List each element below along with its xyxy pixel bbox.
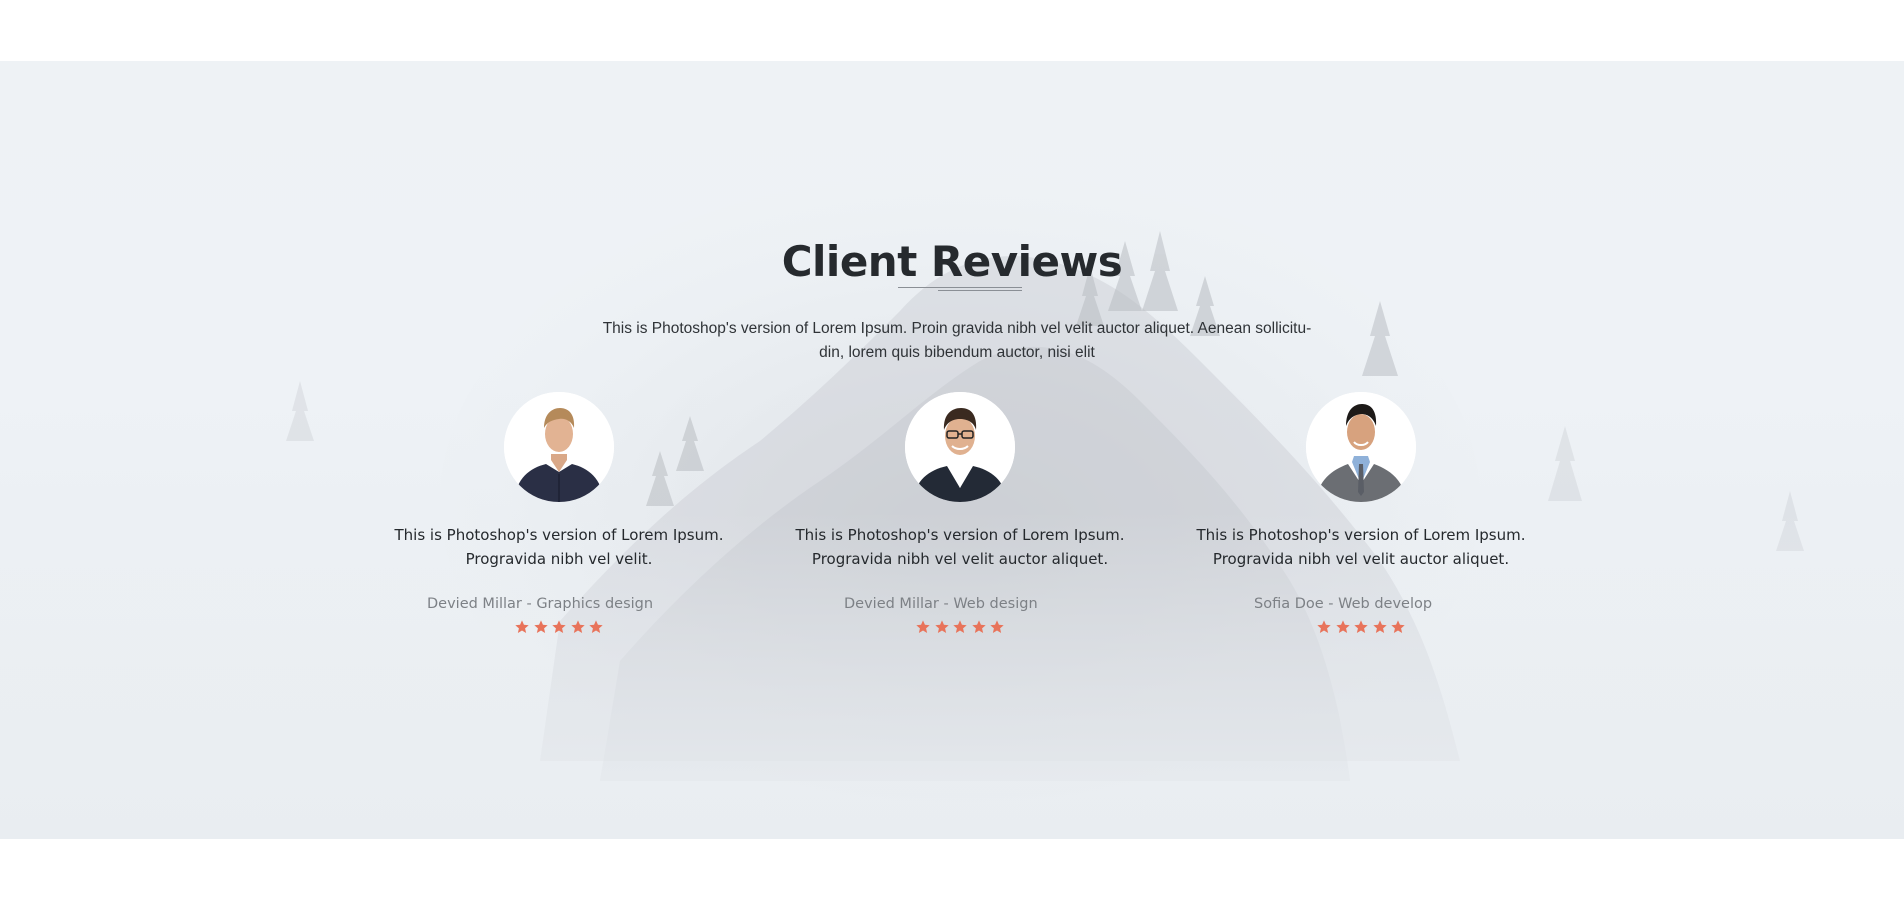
reviews-content: Client Reviews This is Photoshop's versi…: [0, 61, 1904, 839]
avatar: [504, 392, 614, 502]
star-icon: [971, 620, 986, 633]
review-card: This is Photoshop's version of Lorem Ips…: [359, 392, 759, 672]
quote-line-2: Progravida nibh vel velit auctor aliquet…: [1212, 550, 1510, 568]
description-line-2: din, lorem quis bibendum auctor, nisi el…: [819, 344, 1095, 361]
review-quote: This is Photoshop's version of Lorem Ips…: [359, 523, 759, 571]
quote-line-1: This is Photoshop's version of Lorem Ips…: [795, 526, 1125, 544]
man-dark-shirt-avatar-icon: [504, 392, 614, 502]
title-underline: [898, 287, 1022, 293]
star-icon: [990, 620, 1004, 633]
star-icon: [1391, 620, 1405, 633]
man-glasses-suit-avatar-icon: [905, 392, 1015, 502]
client-reviews-section: Client Reviews This is Photoshop's versi…: [0, 61, 1904, 839]
quote-line-1: This is Photoshop's version of Lorem Ips…: [394, 526, 724, 544]
star-icon: [1335, 620, 1350, 633]
star-rating: [915, 619, 1005, 637]
review-author: Sofia Doe - Web develop: [1254, 596, 1433, 612]
star-icon: [953, 620, 967, 633]
star-icon: [515, 620, 529, 633]
star-icon: [533, 620, 548, 633]
man-grey-suit-avatar-icon: [1306, 392, 1416, 502]
review-quote: This is Photoshop's version of Lorem Ips…: [760, 523, 1160, 571]
review-author: Devied Millar - Graphics design: [427, 596, 654, 612]
review-card: This is Photoshop's version of Lorem Ips…: [760, 392, 1160, 672]
review-quote: This is Photoshop's version of Lorem Ips…: [1161, 523, 1561, 571]
review-card: This is Photoshop's version of Lorem Ips…: [1161, 392, 1561, 672]
star-icon: [916, 620, 930, 633]
star-rating: [514, 619, 604, 637]
underline-line-bottom: [938, 290, 1022, 291]
description-line-1: This is Photoshop's version of Lorem Ips…: [602, 320, 1312, 337]
star-icon: [1354, 620, 1368, 633]
avatar: [1306, 392, 1416, 502]
star-rating: [1316, 619, 1406, 637]
section-title: Client Reviews: [781, 237, 1123, 286]
star-icon: [934, 620, 949, 633]
star-icon: [589, 620, 603, 633]
section-description: This is Photoshop's version of Lorem Ips…: [594, 317, 1320, 365]
star-icon: [1317, 620, 1331, 633]
underline-line-top: [898, 287, 1022, 288]
page: Client Reviews This is Photoshop's versi…: [0, 0, 1904, 912]
quote-line-1: This is Photoshop's version of Lorem Ips…: [1196, 526, 1526, 544]
quote-line-2: Progravida nibh vel velit.: [465, 550, 653, 568]
review-author: Devied Millar - Web design: [844, 596, 1038, 612]
quote-line-2: Progravida nibh vel velit auctor aliquet…: [811, 550, 1109, 568]
star-icon: [552, 620, 566, 633]
avatar: [905, 392, 1015, 502]
star-icon: [570, 620, 585, 633]
star-icon: [1372, 620, 1387, 633]
